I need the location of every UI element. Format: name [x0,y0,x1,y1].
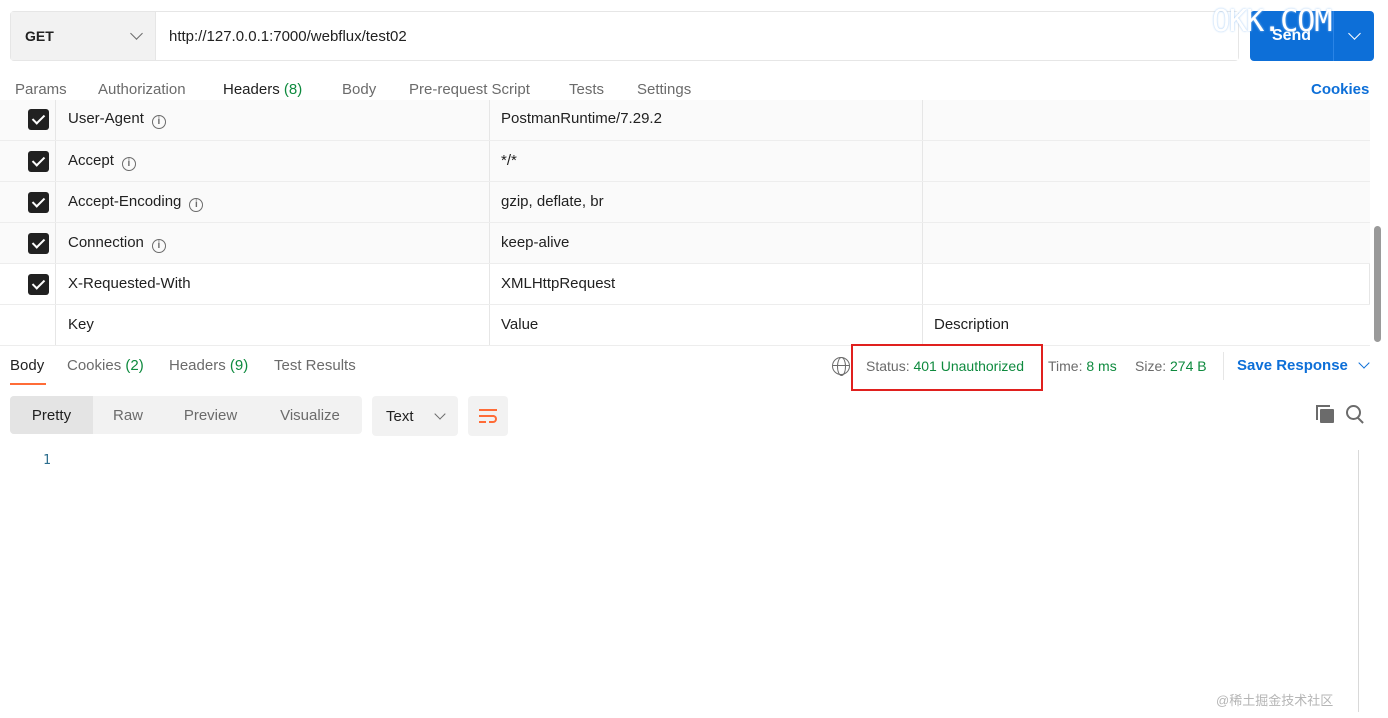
tab-label: Body [342,81,377,98]
tab-authorization[interactable]: Authorization [98,81,186,98]
tab-label: Tests [569,81,605,98]
info-icon[interactable]: i [151,239,166,253]
cookies-link[interactable]: Cookies [1311,81,1369,98]
tab-settings[interactable]: Settings [637,81,691,98]
tab-label: Body [10,357,45,374]
table-row: Accept i */* [0,141,1370,182]
header-enabled-checkbox[interactable] [28,274,49,295]
footer-watermark: @稀土掘金技术社区 [1216,693,1334,708]
header-enabled-checkbox[interactable] [28,109,49,130]
chevron-down-icon [1358,357,1370,369]
table-row: Connection i keep-alive [0,223,1370,264]
request-bar: GET [10,11,1239,61]
table-row: Accept-Encoding i gzip, deflate, br [0,182,1370,223]
tab-tests[interactable]: Tests [569,81,604,98]
info-icon[interactable]: i [121,157,136,171]
info-icon[interactable]: i [151,115,166,129]
save-response-button[interactable]: Save Response [1237,357,1370,374]
divider [1223,352,1224,380]
tab-label: Test Results [274,357,356,374]
tab-label: Authorization [98,81,186,98]
wrap-icon [479,409,497,411]
tab-label: Headers [169,357,226,374]
tab-response-cookies[interactable]: Cookies (2) [67,357,144,374]
header-enabled-checkbox[interactable] [28,151,49,172]
watermark: OKK.COM [1212,4,1332,39]
header-enabled-checkbox[interactable] [28,233,49,254]
tab-count: (8) [283,81,303,98]
tab-test-results[interactable]: Test Results [274,357,356,374]
tab-label: Pre-request Script [409,81,530,98]
table-row: User-Agent i PostmanRuntime/7.29.2 [0,100,1370,141]
content-type-select[interactable]: Text [372,396,458,436]
header-key[interactable]: Accept i [68,152,136,171]
content-type-label: Text [386,407,414,425]
header-key[interactable]: User-Agent i [68,110,166,129]
search-icon[interactable] [1346,405,1364,423]
new-value-input[interactable]: Value [501,316,538,333]
tab-response-headers[interactable]: Headers (9) [169,357,248,374]
format-toggle-group: Pretty Raw Preview Visualize [10,396,362,434]
header-value[interactable]: PostmanRuntime/7.29.2 [501,110,662,127]
time-readout[interactable]: Time: 8 ms [1048,358,1117,374]
tab-headers[interactable]: Headers (8) [223,81,302,98]
url-input[interactable] [156,12,1238,60]
header-value[interactable]: gzip, deflate, br [501,193,604,210]
chevron-down-icon [130,27,143,40]
header-key[interactable]: X-Requested-With [68,275,191,292]
size-readout[interactable]: Size: 274 B [1135,358,1207,374]
status-highlight-box [851,344,1043,391]
header-key[interactable]: Accept-Encoding i [68,193,204,212]
header-enabled-checkbox[interactable] [28,192,49,213]
tab-count: (9) [229,357,249,374]
header-value[interactable]: keep-alive [501,234,569,251]
editor-scrollbar[interactable] [1358,450,1359,712]
headers-scrollbar-thumb[interactable] [1374,226,1381,342]
header-value[interactable]: XMLHttpRequest [501,275,615,292]
tab-count: (2) [125,357,144,374]
new-key-input[interactable]: Key [68,316,94,333]
header-key[interactable]: Connection i [68,234,166,253]
tab-params[interactable]: Params [15,81,67,98]
new-description-input[interactable]: Description [934,316,1009,333]
method-select[interactable]: GET [11,12,156,60]
active-tab-indicator [10,383,46,385]
line-number: 1 [43,453,51,468]
tab-pre-request-script[interactable]: Pre-request Script [409,81,530,98]
raw-button[interactable]: Raw [93,396,163,434]
method-label: GET [25,28,54,44]
table-row: X-Requested-With XMLHttpRequest [0,264,1370,305]
tab-label: Params [15,81,67,98]
pretty-button[interactable]: Pretty [10,396,93,434]
info-icon[interactable]: i [189,198,204,212]
new-header-row: Key Value Description [0,305,1370,346]
tab-label: Cookies [67,357,122,374]
tab-body[interactable]: Body [342,81,376,98]
tab-label: Headers [223,81,280,98]
tab-label: Settings [637,81,692,98]
chevron-down-icon [434,407,446,420]
wrap-lines-button[interactable] [468,396,508,436]
tab-response-body[interactable]: Body [10,357,44,374]
globe-icon[interactable] [832,357,850,376]
copy-icon[interactable] [1316,405,1334,423]
header-value[interactable]: */* [501,152,517,169]
response-body-editor[interactable]: 1 [0,448,1358,718]
preview-button[interactable]: Preview [163,396,258,434]
visualize-button[interactable]: Visualize [258,396,362,434]
